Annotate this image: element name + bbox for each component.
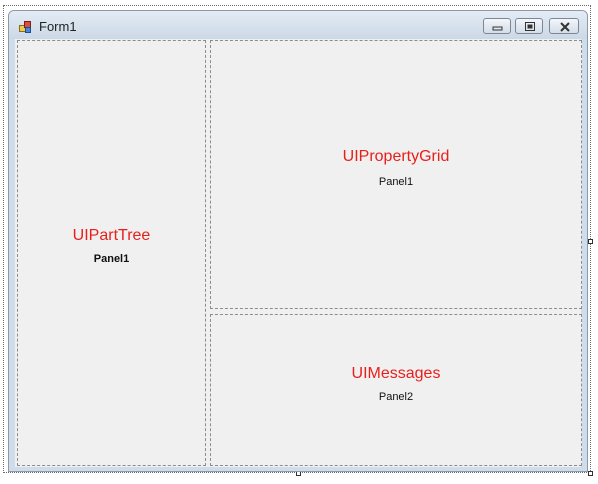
panel-name-label: Panel1 [378,176,414,188]
panel-name-label: Panel2 [378,391,414,403]
form-icon [19,20,32,33]
form-client-area: UIPartTree Panel1 UIPropertyGrid Panel1 … [15,39,582,467]
ui-property-grid-panel[interactable]: UIPropertyGrid Panel1 [210,40,582,309]
close-button[interactable] [549,18,579,34]
ui-part-tree-panel[interactable]: UIPartTree Panel1 [17,40,206,466]
ui-messages-panel[interactable]: UIMessages Panel2 [210,314,582,466]
window-title: Form1 [39,19,77,34]
ui-property-grid-label: UIPropertyGrid [342,148,450,165]
title-bar[interactable]: Form1 [9,11,587,39]
close-icon [560,22,570,32]
maximize-icon [525,22,535,31]
minimize-button[interactable] [483,18,511,34]
ui-messages-label: UIMessages [351,365,441,382]
resize-grip-corner[interactable] [588,471,593,476]
resize-grip-right[interactable] [588,239,593,244]
maximize-button[interactable] [515,18,543,34]
ui-part-tree-label: UIPartTree [72,227,151,244]
minimize-icon [492,26,503,31]
panel-name-label: Panel1 [93,253,130,265]
form-window: Form1 UIPartTree Panel1 UIPropertyGrid P… [8,10,588,472]
